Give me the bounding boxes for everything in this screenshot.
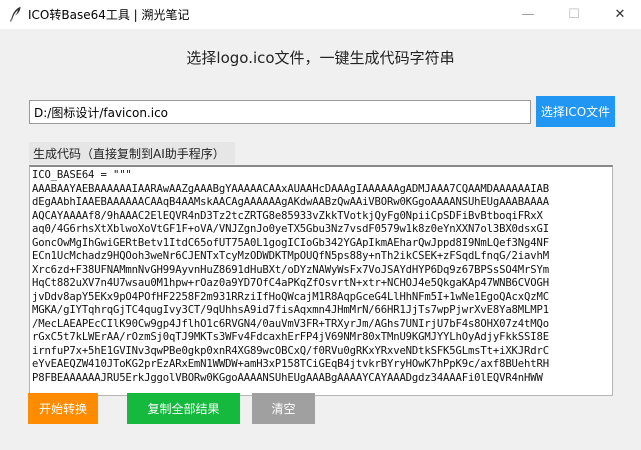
output-code-text: ICO_BASE64 = """ AAABAAYAEBAAAAAAIAARAwA… [32,169,549,384]
maximize-button[interactable]: ☐ [551,0,597,29]
output-section-label-text: 生成代码（直接复制到AI助手程序） [33,146,225,161]
close-icon: ✕ [614,7,626,22]
clear-button[interactable]: 清空 [252,393,315,424]
output-section-label: 生成代码（直接复制到AI助手程序） [29,142,235,164]
feather-icon [10,6,21,22]
output-textarea[interactable]: ICO_BASE64 = """ AAABAAYAEBAAAAAAIAARAwA… [29,165,613,396]
window-title: ICO转Base64工具 | 溯光笔记 [28,8,190,22]
main-panel: 选择logo.ico文件，一键生成代码字符串 选择ICO文件 生成代码（直接复制… [0,29,641,450]
minimize-button[interactable]: — [505,0,551,29]
file-path-input[interactable] [29,100,531,124]
minimize-icon: — [521,7,535,22]
start-convert-button[interactable]: 开始转换 [28,393,98,424]
page-title: 选择logo.ico文件，一键生成代码字符串 [186,49,455,67]
maximize-icon: ☐ [568,7,580,22]
close-button[interactable]: ✕ [597,0,641,29]
title-bar: ICO转Base64工具 | 溯光笔记 — ☐ ✕ [0,0,641,29]
select-ico-button[interactable]: 选择ICO文件 [536,96,615,127]
copy-all-button[interactable]: 复制全部结果 [127,393,240,424]
